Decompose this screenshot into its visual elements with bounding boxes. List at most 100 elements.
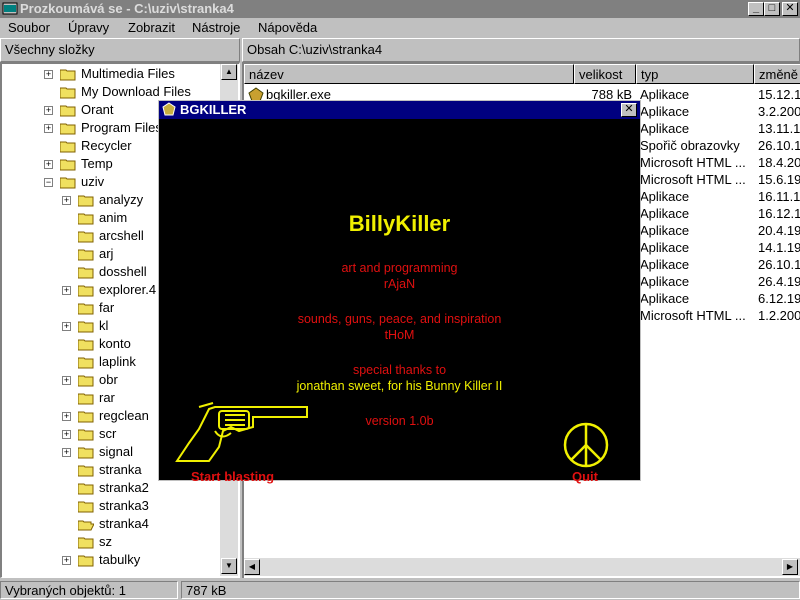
file-modified: 15.12.1 xyxy=(758,87,800,102)
folder-icon xyxy=(78,195,94,207)
file-modified: 26.4.19 xyxy=(758,274,800,289)
start-blasting-button[interactable]: Start blasting xyxy=(191,469,274,484)
menu-napoveda[interactable]: Nápověda xyxy=(258,20,317,35)
tree-item-label: sz xyxy=(99,534,112,549)
column-name[interactable]: název xyxy=(244,64,574,84)
tree-item[interactable]: + tabulky xyxy=(2,552,218,570)
tree-item-label: Program Files xyxy=(81,120,162,135)
expand-toggle[interactable]: + xyxy=(44,160,53,169)
status-bar: Vybraných objektů: 1 787 kB xyxy=(0,579,800,600)
dialog-title: BGKILLER xyxy=(180,102,247,117)
tree-item-label: scr xyxy=(99,426,117,441)
bgkiller-dialog: BGKILLER ✕ BillyKiller art and programmi… xyxy=(158,100,641,484)
folder-icon xyxy=(78,447,94,459)
credit-art-name: rAjaN xyxy=(383,277,416,291)
file-type: Microsoft HTML ... xyxy=(640,308,746,323)
file-modified: 14.1.19 xyxy=(758,240,800,255)
tree-item[interactable]: stranka4 xyxy=(2,516,218,534)
tree-item-label: far xyxy=(99,300,115,315)
tree-item[interactable]: + Multimedia Files xyxy=(2,66,218,84)
maximize-button[interactable]: □ xyxy=(764,2,780,16)
menu-zobrazit[interactable]: Zobrazit xyxy=(128,20,175,35)
folder-icon xyxy=(60,105,76,117)
dialog-close-button[interactable]: ✕ xyxy=(621,103,637,117)
credit-sound-label: sounds, guns, peace, and inspiration xyxy=(297,312,502,326)
tree-item[interactable]: stranka3 xyxy=(2,498,218,516)
column-modified[interactable]: změně xyxy=(754,64,800,84)
file-type: Aplikace xyxy=(640,240,690,255)
scroll-left-button[interactable]: ◀ xyxy=(244,559,260,575)
close-button[interactable]: ✕ xyxy=(782,2,798,16)
expand-toggle[interactable]: + xyxy=(44,106,53,115)
expand-toggle[interactable]: + xyxy=(62,196,71,205)
folder-icon xyxy=(78,213,94,225)
peace-icon[interactable] xyxy=(562,421,610,469)
folder-icon xyxy=(78,501,94,513)
tree-item-label: analyzy xyxy=(99,192,144,207)
expand-toggle[interactable]: + xyxy=(62,322,71,331)
expand-toggle[interactable]: + xyxy=(62,412,71,421)
collapse-toggle[interactable]: − xyxy=(44,178,53,187)
scroll-right-button[interactable]: ▶ xyxy=(782,559,798,575)
open-folder-icon xyxy=(78,520,94,531)
tree-item-label: arcshell xyxy=(99,228,144,243)
file-type: Aplikace xyxy=(640,121,690,136)
file-modified: 20.4.19 xyxy=(758,223,800,238)
expand-toggle[interactable]: + xyxy=(62,448,71,457)
scroll-down-button[interactable]: ▼ xyxy=(221,558,237,574)
status-selected: Vybraných objektů: 1 xyxy=(0,581,178,599)
tree-item-label: obr xyxy=(99,372,118,387)
expand-toggle[interactable]: + xyxy=(62,556,71,565)
minimize-button[interactable]: _ xyxy=(748,2,764,16)
tree-item-label: rar xyxy=(99,390,115,405)
file-modified: 13.11.1 xyxy=(758,121,800,136)
folder-icon xyxy=(60,69,76,81)
contents-header: Obsah C:\uziv\stranka4 xyxy=(242,38,800,62)
tree-item-label: kl xyxy=(99,318,109,333)
file-modified: 3.2.200 xyxy=(758,104,800,119)
folder-icon xyxy=(60,87,76,99)
dialog-title-bar[interactable]: BGKILLER ✕ xyxy=(159,101,640,119)
folder-icon xyxy=(78,339,94,351)
folder-icon xyxy=(60,177,76,189)
tree-item-label: My Download Files xyxy=(81,84,191,99)
tree-item[interactable]: stranka2 xyxy=(2,480,218,498)
folder-icon xyxy=(78,231,94,243)
column-size[interactable]: velikost xyxy=(574,64,636,84)
revolver-icon[interactable] xyxy=(175,401,309,465)
menu-nastroje[interactable]: Nástroje xyxy=(192,20,240,35)
expand-toggle[interactable]: + xyxy=(62,286,71,295)
column-type[interactable]: typ xyxy=(636,64,754,84)
tree-item-label: stranka2 xyxy=(99,480,149,495)
file-type: Spořič obrazovky xyxy=(640,138,740,153)
tree-item-label: arj xyxy=(99,246,114,261)
list-hscrollbar[interactable]: ◀ ▶ xyxy=(244,558,800,576)
expand-toggle[interactable]: + xyxy=(44,124,53,133)
bgkiller-app-icon xyxy=(162,102,176,116)
credit-thanks-label: special thanks to xyxy=(352,363,447,377)
tree-item-label: uziv xyxy=(81,174,105,189)
tree-item-label: Temp xyxy=(81,156,113,171)
credit-sound-name: tHoM xyxy=(384,328,415,342)
title-bar[interactable]: Prozkoumává se - C:\uziv\stranka4 _ □ ✕ xyxy=(0,0,800,18)
tree-item[interactable]: sz xyxy=(2,534,218,552)
file-modified: 16.12.1 xyxy=(758,206,800,221)
credit-art-label: art and programming xyxy=(341,261,458,275)
quit-button[interactable]: Quit xyxy=(572,469,598,484)
file-type: Aplikace xyxy=(640,291,690,306)
folder-icon xyxy=(78,249,94,261)
folder-icon xyxy=(78,357,94,369)
tree-item-label: signal xyxy=(99,444,133,459)
menu-soubor[interactable]: Soubor xyxy=(8,20,50,35)
expand-toggle[interactable]: + xyxy=(44,70,53,79)
menu-upravy[interactable]: Úpravy xyxy=(68,20,109,35)
scroll-up-button[interactable]: ▲ xyxy=(221,64,237,80)
expand-toggle[interactable]: + xyxy=(62,376,71,385)
expand-toggle[interactable]: + xyxy=(62,430,71,439)
explorer-icon xyxy=(2,2,18,15)
tree-item-label: stranka xyxy=(99,462,142,477)
folder-icon xyxy=(78,375,94,387)
tree-item-label: Recycler xyxy=(81,138,132,153)
tree-item-label: konto xyxy=(99,336,131,351)
folder-icon xyxy=(60,159,76,171)
